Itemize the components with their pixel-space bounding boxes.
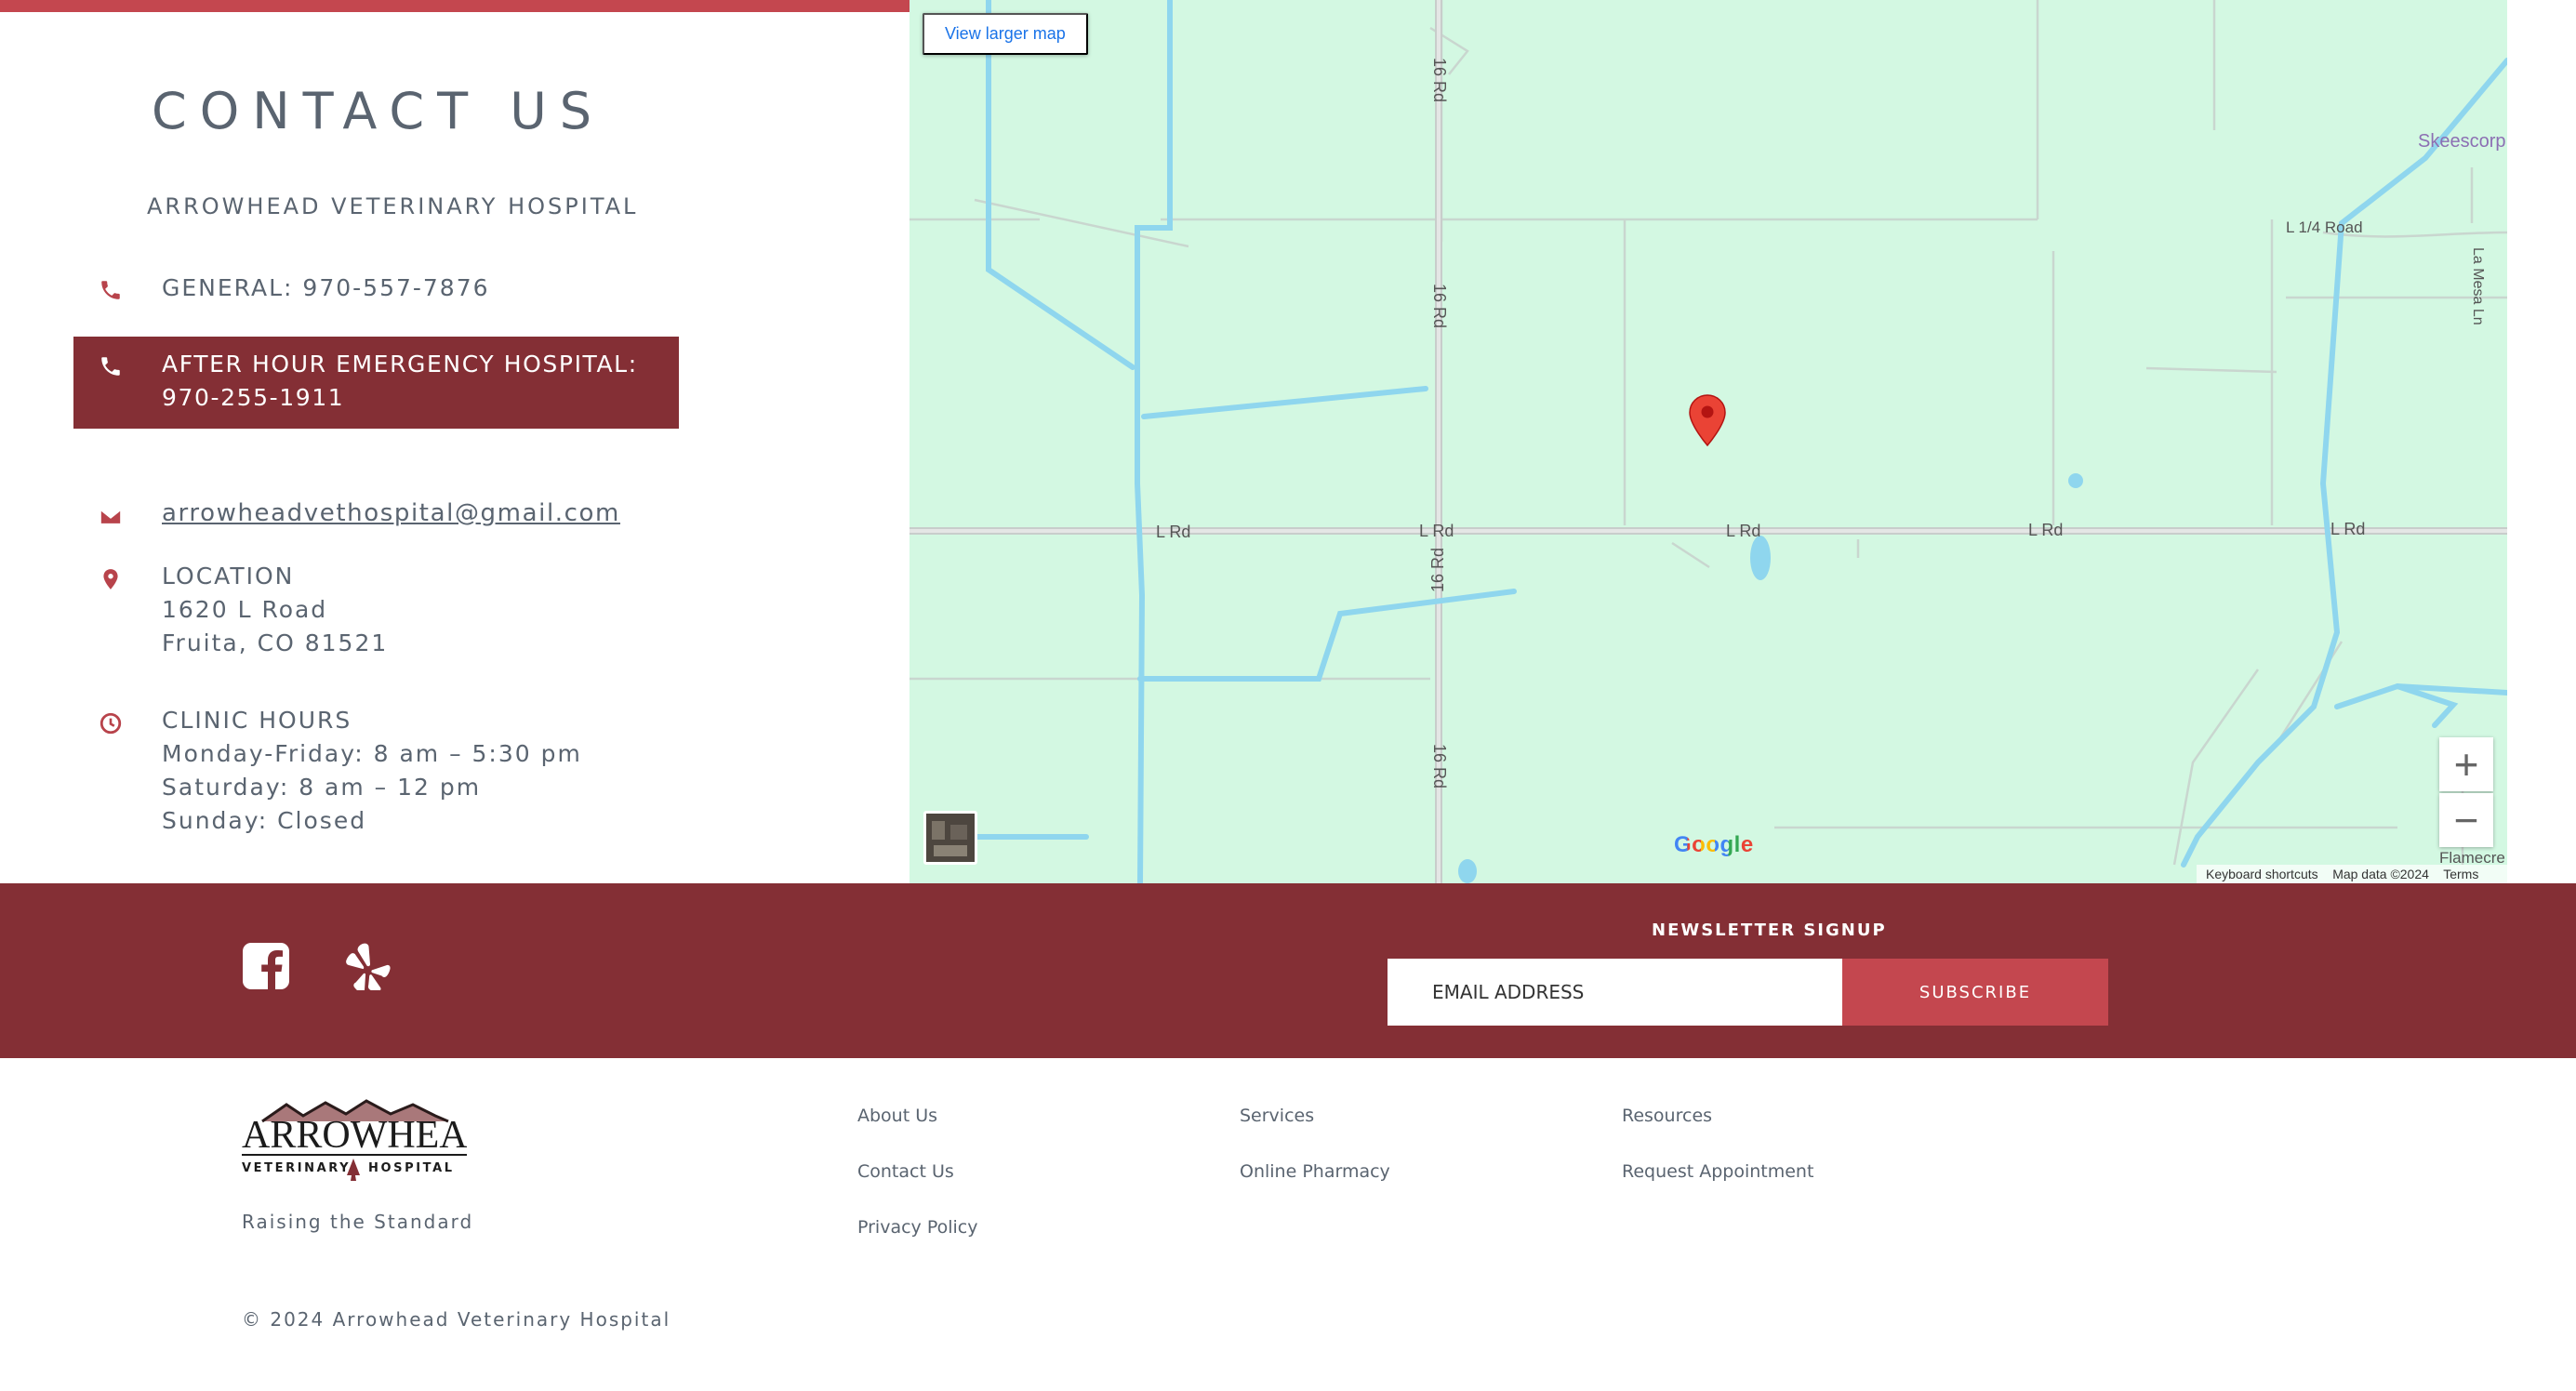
location-pin-icon[interactable] <box>1689 394 1726 446</box>
emergency-phone-box[interactable]: AFTER HOUR EMERGENCY HOSPITAL: 970-255-1… <box>73 337 679 429</box>
page-title: CONTACT US <box>152 82 605 140</box>
logo-wordmark: ARROWHEAD <box>242 1114 467 1157</box>
map-label-l-rd: L Rd <box>1156 523 1190 541</box>
satellite-icon <box>926 814 975 862</box>
embedded-map[interactable]: L Rd L Rd L Rd L Rd L Rd 16 Rd 16 Rd 16 … <box>910 0 2507 883</box>
clinic-hours-row: CLINIC HOURS Monday-Friday: 8 am – 5:30 … <box>0 704 910 839</box>
map-label-l-quarter-rd: L 1/4 Road <box>2286 219 2363 236</box>
map-label-16-rd: 16 Rd <box>1430 744 1449 788</box>
location-row: LOCATION 1620 L Road Fruita, CO 81521 <box>0 560 910 662</box>
keyboard-shortcuts-link[interactable]: Keyboard shortcuts <box>2206 867 2318 881</box>
map-attribution: Keyboard shortcuts Map data ©2024 Terms <box>2197 865 2507 883</box>
clock-icon <box>100 712 122 735</box>
contact-section: CONTACT US ARROWHEAD VETERINARY HOSPITAL… <box>0 0 910 883</box>
map-label-l-rd: L Rd <box>1726 522 1760 540</box>
map-marker-icon <box>103 569 118 590</box>
footer-link-services[interactable]: Services <box>1240 1106 1314 1126</box>
envelope-icon <box>100 509 122 525</box>
location-street: 1620 L Road <box>162 596 328 623</box>
logo-veterinary: VETERINARY <box>242 1161 351 1175</box>
location-city: Fruita, CO 81521 <box>162 629 389 656</box>
map-label-l-rd: L Rd <box>1419 522 1454 540</box>
emergency-phone: 970-255-1911 <box>162 384 345 411</box>
arrowhead-logo[interactable]: ARROWHEAD VETERINARY HOSPITAL <box>242 1097 467 1181</box>
subscribe-button[interactable]: SUBSCRIBE <box>1842 959 2108 1026</box>
location-label: LOCATION <box>162 563 295 590</box>
map-data-notice: Map data ©2024 <box>2332 867 2429 881</box>
map-label-l-rd: L Rd <box>2330 520 2365 538</box>
facebook-icon[interactable] <box>242 942 290 990</box>
view-larger-map-button[interactable]: View larger map <box>923 13 1088 55</box>
satellite-toggle-thumbnail[interactable] <box>923 811 977 865</box>
google-logo: Google <box>1674 832 1754 858</box>
phone-icon <box>101 281 120 299</box>
footer-tagline: Raising the Standard <box>242 1211 474 1233</box>
map-label-16-rd: 16 Rd <box>1430 58 1449 102</box>
newsletter-band: NEWSLETTER SIGNUP SUBSCRIBE <box>0 883 2576 1058</box>
footer-link-appointment[interactable]: Request Appointment <box>1622 1161 1813 1182</box>
terms-link[interactable]: Terms <box>2443 867 2478 881</box>
map-label-la-mesa: La Mesa Ln <box>2470 247 2486 325</box>
email-link[interactable]: arrowheadvethospital@gmail.com <box>162 497 620 530</box>
copyright: © 2024 Arrowhead Veterinary Hospital <box>242 1308 671 1331</box>
email-row: arrowheadvethospital@gmail.com <box>0 497 910 534</box>
hospital-name: ARROWHEAD VETERINARY HOSPITAL <box>147 193 639 219</box>
newsletter-email-input[interactable] <box>1388 959 1842 1026</box>
phone-icon <box>101 357 120 376</box>
map-label-16-rd: 16 Rd <box>1428 548 1447 592</box>
zoom-in-button[interactable]: + <box>2439 737 2493 791</box>
emergency-label: AFTER HOUR EMERGENCY HOSPITAL: <box>162 351 638 378</box>
footer-link-contact[interactable]: Contact Us <box>857 1161 954 1182</box>
hours-sunday: Sunday: Closed <box>162 807 367 834</box>
footer-link-about[interactable]: About Us <box>857 1106 937 1126</box>
map-label-16-rd: 16 Rd <box>1430 284 1449 328</box>
general-phone-row[interactable]: GENERAL: 970-557-7876 <box>0 272 910 309</box>
clinic-hours-text: CLINIC HOURS Monday-Friday: 8 am – 5:30 … <box>162 704 582 838</box>
emergency-text: AFTER HOUR EMERGENCY HOSPITAL: 970-255-1… <box>162 348 638 415</box>
hours-label: CLINIC HOURS <box>162 707 352 734</box>
hours-saturday: Saturday: 8 am – 12 pm <box>162 774 482 801</box>
map-label-l-rd: L Rd <box>2028 521 2063 539</box>
footer-link-privacy[interactable]: Privacy Policy <box>857 1217 977 1238</box>
google-logo-text: Google <box>1674 832 1754 857</box>
newsletter-title: NEWSLETTER SIGNUP <box>1652 921 1887 940</box>
footer-link-pharmacy[interactable]: Online Pharmacy <box>1240 1161 1390 1182</box>
general-phone: GENERAL: 970-557-7876 <box>162 274 490 301</box>
yelp-icon[interactable] <box>342 942 391 990</box>
location-text: LOCATION 1620 L Road Fruita, CO 81521 <box>162 560 388 660</box>
zoom-out-button[interactable]: − <box>2439 793 2493 847</box>
footer-link-resources[interactable]: Resources <box>1622 1106 1712 1126</box>
hours-weekdays: Monday-Friday: 8 am – 5:30 pm <box>162 740 582 767</box>
logo-hospital: HOSPITAL <box>368 1161 455 1175</box>
map-label-skeescorp: Skeescorp <box>2418 131 2506 152</box>
